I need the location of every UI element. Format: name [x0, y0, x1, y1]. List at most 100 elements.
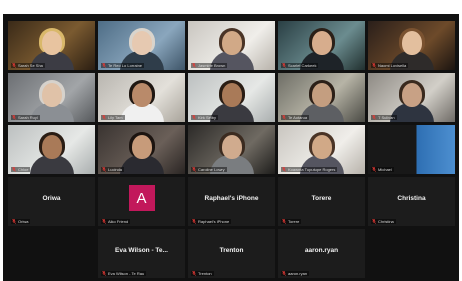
participant-name-tag: Koawma Tuputupe Rogers [281, 167, 338, 172]
empty-cell [368, 229, 455, 278]
participant-name-tag: Lucinda [101, 167, 125, 172]
participant-tile-jasmine-brown[interactable]: Jasmine Brown [188, 21, 275, 70]
participant-name: Sarah Ruyl [18, 115, 38, 120]
participant-tile-caroline-lowry[interactable]: Caroline Lowry [188, 125, 275, 174]
participant-tile-te-reo-lo-lorraine[interactable]: Te Reo Lo Lorraine [98, 21, 185, 70]
muted-mic-icon [282, 219, 286, 224]
participant-name: Te Aotarua [288, 115, 308, 120]
muted-mic-icon [282, 63, 286, 68]
participant-name-tag: Naomi Lovisella [371, 63, 409, 68]
muted-mic-icon [282, 167, 286, 172]
participant-name: Christina [378, 219, 394, 224]
participant-name-tag: Raphael's iPhone [191, 219, 232, 224]
muted-mic-icon [102, 219, 106, 224]
participant-name-tag: Te Aotarua [281, 115, 310, 120]
participant-tile-aaron-ryan[interactable]: aaron.ryan aaron.ryan [278, 229, 365, 278]
participant-display-name: Christina [397, 195, 426, 202]
participant-name-tag: Christina [371, 219, 396, 224]
muted-mic-icon [102, 63, 106, 68]
participant-tile-trenton[interactable]: Trenton Trenton [188, 229, 275, 278]
participant-name-tag: Michael [371, 167, 394, 172]
participant-tile-eva-wilson-te-rau[interactable]: Eva Wilson - Te... Eva Wilson - Te Rau [98, 229, 185, 278]
participant-tile-chloe[interactable]: Chloe [8, 125, 95, 174]
participant-name-tag: Jasmine Brown [191, 63, 228, 68]
participant-name: Torere [288, 219, 300, 224]
participant-name-tag: Sarah Ruyl [11, 115, 40, 120]
participant-name-tag: Torere [281, 219, 302, 224]
participant-display-name: Trenton [219, 247, 244, 254]
participant-tile-naomi-lovisella[interactable]: Naomi Lovisella [368, 21, 455, 70]
participant-tile-scarlet-carkeek[interactable]: Scarlet Carkeek [278, 21, 365, 70]
participant-tile-lily-tam[interactable]: Lily Tam [98, 73, 185, 122]
participant-name-tag: Aiko Friend [101, 219, 131, 224]
participant-name: Kirk Selby [198, 115, 217, 120]
participant-tile-sarah-se-sha[interactable]: Sarah Se Sha [8, 21, 95, 70]
muted-mic-icon [282, 271, 286, 276]
participant-name: T Sulivan [378, 115, 395, 120]
participant-name: Trenton [198, 271, 212, 276]
muted-mic-icon [192, 271, 196, 276]
participant-tile-sarah-ruyl[interactable]: Sarah Ruyl [8, 73, 95, 122]
participant-tile-christina[interactable]: Christina Christina [368, 177, 455, 226]
participant-name: Chloe [18, 167, 29, 172]
muted-mic-icon [102, 271, 106, 276]
participant-name: Lily Tam [108, 115, 123, 120]
meeting-window: Sarah Se Sha Te Reo Lo Lorraine Jasmine Br… [3, 14, 459, 281]
muted-mic-icon [192, 167, 196, 172]
participant-name-tag: Scarlet Carkeek [281, 63, 319, 68]
participant-avatar: A [128, 185, 155, 211]
participant-name: Naomi Lovisella [378, 63, 407, 68]
participant-name: Sarah Se Sha [18, 63, 43, 68]
participant-name: Te Reo Lo Lorraine [108, 63, 143, 68]
muted-mic-icon [372, 167, 376, 172]
participant-name-tag: Sarah Se Sha [11, 63, 45, 68]
participant-display-name: Torere [311, 195, 332, 202]
participant-tile-t-sulivan[interactable]: T Sulivan [368, 73, 455, 122]
muted-mic-icon [192, 115, 196, 120]
participant-name-tag: Oriwa [11, 219, 31, 224]
participant-name: Lucinda [108, 167, 123, 172]
participant-tile-raphael-s-iphone[interactable]: Raphael's iPhone Raphael's iPhone [188, 177, 275, 226]
participant-name: Oriwa [18, 219, 29, 224]
muted-mic-icon [372, 63, 376, 68]
muted-mic-icon [12, 115, 16, 120]
participant-tile-koawma-tuputupe-rogers[interactable]: Koawma Tuputupe Rogers [278, 125, 365, 174]
participant-name-tag: Eva Wilson - Te Rau [101, 271, 147, 276]
muted-mic-icon [372, 115, 376, 120]
muted-mic-icon [192, 63, 196, 68]
participant-name: Scarlet Carkeek [288, 63, 317, 68]
participant-name-tag: Chloe [11, 167, 31, 172]
participant-name: Eva Wilson - Te Rau [108, 271, 145, 276]
participant-figure [119, 132, 164, 174]
muted-mic-icon [282, 115, 286, 120]
participant-name-tag: T Sulivan [371, 115, 397, 120]
participant-tile-te-aotarua[interactable]: Te Aotarua [278, 73, 365, 122]
muted-mic-icon [12, 63, 16, 68]
participant-tile-oriwa[interactable]: Oriwa Oriwa [8, 177, 95, 226]
participant-name: aaron.ryan [288, 271, 308, 276]
participant-name-tag: Lily Tam [101, 115, 125, 120]
participant-name-tag: Caroline Lowry [191, 167, 227, 172]
participant-name-tag: Te Reo Lo Lorraine [101, 63, 145, 68]
participant-tile-kirk-selby[interactable]: Kirk Selby [188, 73, 275, 122]
participant-name: Caroline Lowry [198, 167, 225, 172]
participant-name-tag: Kirk Selby [191, 115, 219, 120]
muted-mic-icon [12, 167, 16, 172]
muted-mic-icon [372, 219, 376, 224]
muted-mic-icon [102, 115, 106, 120]
participant-figure [29, 132, 74, 174]
participant-name: Jasmine Brown [198, 63, 226, 68]
participant-display-name: Raphael's iPhone [204, 195, 259, 202]
participant-name: Aiko Friend [108, 219, 129, 224]
participant-tile-lucinda[interactable]: Lucinda [98, 125, 185, 174]
participant-tile-michael[interactable]: Michael [368, 125, 455, 174]
participant-figure [119, 80, 164, 122]
participant-name: Koawma Tuputupe Rogers [288, 167, 336, 172]
empty-cell [8, 229, 95, 278]
participant-display-name: Eva Wilson - Te... [115, 247, 168, 254]
participant-display-name: Oriwa [42, 195, 61, 202]
participant-tile-torere[interactable]: Torere Torere [278, 177, 365, 226]
participant-name-tag: aaron.ryan [281, 271, 310, 276]
participant-tile-aiko-friend[interactable]: A Aiko Friend [98, 177, 185, 226]
muted-mic-icon [102, 167, 106, 172]
